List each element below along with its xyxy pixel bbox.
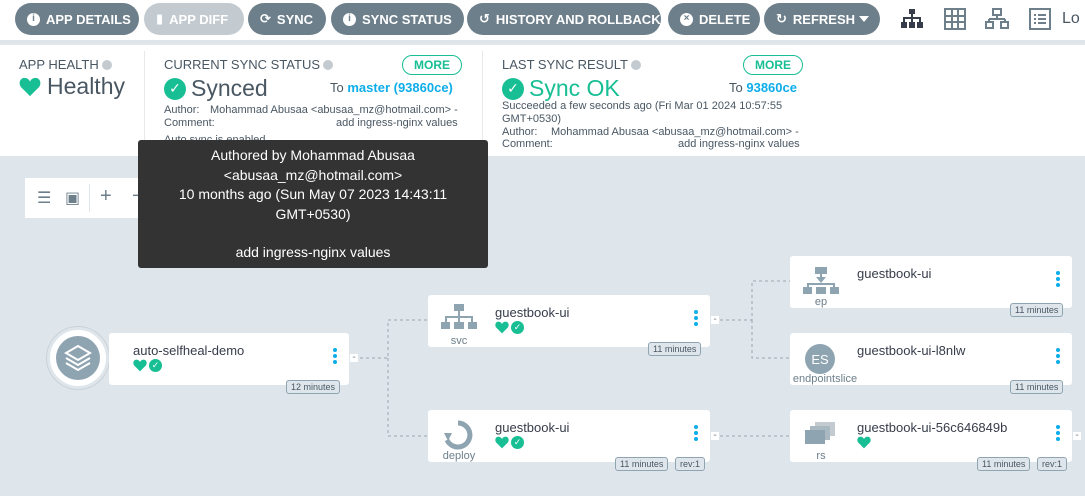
deploy-node[interactable]: deploy guestbook-ui ✓ xyxy=(428,410,710,462)
app-node-card[interactable]: auto-selfheal-demo ✓ xyxy=(109,333,349,385)
replicaset-icon xyxy=(805,422,835,444)
age-badge: 11 minutes xyxy=(977,457,1031,471)
kind-label: svc xyxy=(450,335,468,347)
svc-node[interactable]: svc guestbook-ui ✓ xyxy=(428,295,710,347)
app-node-name: auto-selfheal-demo xyxy=(133,343,245,358)
tooltip-line: <abusaa_mz@hotmail.com> xyxy=(223,166,403,183)
collapse-toggle[interactable]: - xyxy=(349,353,359,363)
heart-icon xyxy=(857,436,871,449)
ep-node[interactable]: ep guestbook-ui xyxy=(790,256,1072,308)
kind-label: rs xyxy=(816,450,826,462)
age-badge: 11 minutes xyxy=(648,342,702,356)
age-badge: 11 minutes xyxy=(615,457,669,471)
node-menu-icon[interactable] xyxy=(694,425,698,443)
service-icon xyxy=(441,304,477,329)
layers-icon xyxy=(64,344,92,372)
node-menu-icon[interactable] xyxy=(333,348,337,366)
deployment-icon xyxy=(444,420,473,450)
rs-node[interactable]: rs guestbook-ui-56c646849b xyxy=(790,410,1072,462)
tooltip-line: add ingress-nginx values xyxy=(235,244,391,260)
node-menu-icon[interactable] xyxy=(694,310,698,328)
node-name: guestbook-ui-56c646849b xyxy=(857,420,1008,435)
check-circle-icon: ✓ xyxy=(149,359,162,372)
heart-icon xyxy=(495,321,509,334)
endpoints-icon xyxy=(803,267,839,294)
revision-badge: rev:1 xyxy=(1037,457,1068,471)
tooltip-line: Authored by Mohammad Abusaa xyxy=(211,147,415,163)
check-circle-icon: ✓ xyxy=(511,436,524,449)
node-menu-icon[interactable] xyxy=(1056,271,1060,289)
tooltip-line: 10 months ago (Sun May 07 2023 14:43:11 xyxy=(178,186,448,202)
age-badge: 11 minutes xyxy=(1010,380,1064,394)
node-menu-icon[interactable] xyxy=(1056,425,1060,443)
commit-tooltip: Authored by Mohammad Abusaa <abusaa_mz@h… xyxy=(138,140,488,268)
node-name: guestbook-ui-l8nlw xyxy=(857,343,966,358)
node-name: guestbook-ui xyxy=(495,420,570,435)
age-badge: 11 minutes xyxy=(1010,303,1064,317)
kind-label: deploy xyxy=(442,450,476,462)
kind-label: endpointslice xyxy=(792,373,858,385)
node-name: guestbook-ui xyxy=(495,305,570,320)
collapse-toggle[interactable]: - xyxy=(710,431,720,441)
heart-icon xyxy=(495,436,509,449)
kind-label: ep xyxy=(814,296,828,308)
heart-icon xyxy=(133,359,147,372)
collapse-toggle[interactable]: - xyxy=(1072,431,1082,441)
endpointslice-node[interactable]: ES endpointslice guestbook-ui-l8nlw xyxy=(790,333,1072,385)
es-badge-icon: ES xyxy=(805,344,835,374)
tooltip-line: GMT+0530) xyxy=(275,205,351,222)
check-circle-icon: ✓ xyxy=(511,321,524,334)
age-badge: 12 minutes xyxy=(286,380,341,394)
node-name: guestbook-ui xyxy=(857,266,932,281)
app-node-icon-wrap xyxy=(47,327,109,389)
revision-badge: rev:1 xyxy=(675,457,706,471)
collapse-toggle[interactable]: - xyxy=(710,315,720,325)
node-menu-icon[interactable] xyxy=(1056,348,1060,366)
